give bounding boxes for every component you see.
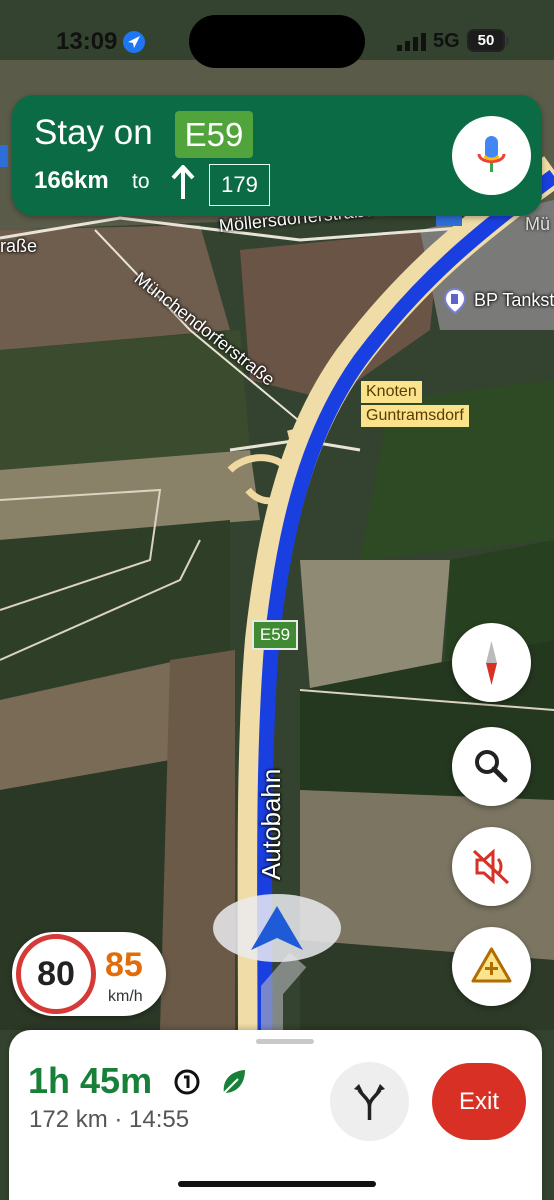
current-location-marker xyxy=(213,894,341,962)
straight-arrow-icon xyxy=(171,165,195,199)
trip-distance: 172 km xyxy=(29,1106,108,1133)
junction-label-line1: Knoten xyxy=(361,381,422,403)
search-icon xyxy=(475,750,508,783)
home-indicator[interactable] xyxy=(178,1181,376,1187)
trip-details: 172 km · 14:55 xyxy=(29,1106,189,1134)
search-button[interactable] xyxy=(452,727,531,806)
compass-button[interactable] xyxy=(452,623,531,702)
microphone-icon xyxy=(477,136,506,172)
trip-separator: · xyxy=(114,1106,123,1133)
current-speed: 85 xyxy=(105,946,143,984)
speaker-muted-icon xyxy=(472,848,510,885)
eta-duration: 1h 45m xyxy=(28,1060,152,1102)
route-split-icon xyxy=(354,1084,385,1120)
speed-limit-sign: 80 xyxy=(16,934,96,1014)
compass-icon xyxy=(486,641,497,685)
poi-label: BP Tankste xyxy=(474,290,554,310)
location-arrow-icon xyxy=(123,31,145,53)
route-shield: E59 xyxy=(175,111,253,158)
eco-leaf-icon xyxy=(223,1070,245,1094)
navigation-arrow-icon xyxy=(251,906,303,950)
speed-widget: 80 85 km/h xyxy=(12,932,166,1016)
cellular-signal-icon xyxy=(397,33,426,51)
junction-label-line2: Guntramsdorf xyxy=(361,405,469,427)
status-bar: 13:09 5G 50 xyxy=(0,0,554,84)
status-time: 13:09 xyxy=(56,28,118,55)
next-distance: 166km xyxy=(34,167,109,194)
add-report-icon xyxy=(471,947,512,983)
road-shield-e59: E59 xyxy=(252,620,298,650)
road-name-autobahn: Autobahn xyxy=(256,768,286,880)
arrival-time: 14:55 xyxy=(129,1106,190,1133)
speed-unit: km/h xyxy=(108,988,143,1005)
fuel-station-icon xyxy=(444,288,466,314)
sheet-drag-handle[interactable] xyxy=(256,1039,314,1044)
corner-label: Mü xyxy=(525,214,551,234)
exit-navigation-button[interactable]: Exit xyxy=(432,1063,526,1140)
trip-summary-sheet[interactable]: 1h 45m 172 km · 14:55 Exit xyxy=(9,1030,542,1200)
direction-banner[interactable]: Stay on E59 166km to 179 xyxy=(12,95,542,216)
eta-minutes: 45m xyxy=(80,1060,153,1101)
junction-label: Knoten Guntramsdorf xyxy=(361,381,469,427)
network-type: 5G xyxy=(433,30,460,52)
voice-search-button[interactable] xyxy=(452,116,531,195)
dynamic-island xyxy=(189,15,365,68)
report-incident-button[interactable] xyxy=(452,927,531,1006)
toll-icon xyxy=(174,1069,200,1095)
eta-hours: 1h xyxy=(28,1060,71,1101)
instruction-text: Stay on xyxy=(34,113,153,152)
battery-indicator: 50 xyxy=(467,29,509,52)
mute-button[interactable] xyxy=(452,827,531,906)
alternate-routes-button[interactable] xyxy=(330,1062,409,1141)
exit-number: 179 xyxy=(209,164,270,206)
to-label: to xyxy=(132,170,150,193)
street-label-left: raße xyxy=(0,236,38,256)
